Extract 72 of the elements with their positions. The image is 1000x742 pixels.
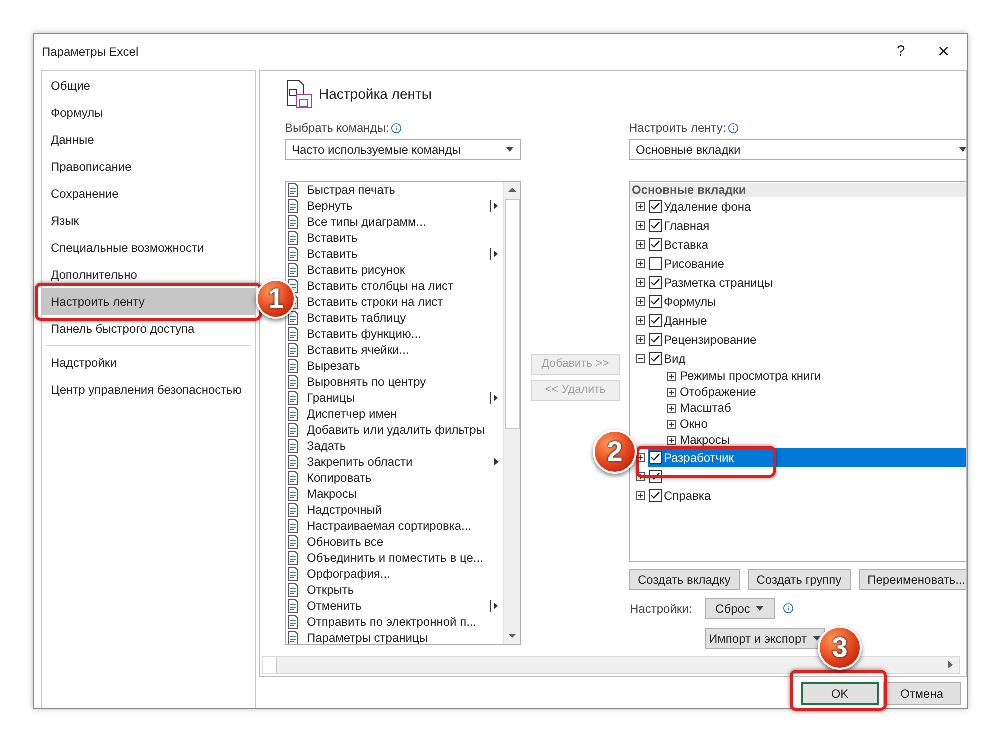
- tree-item[interactable]: Масштаб: [680, 401, 732, 415]
- command-item[interactable]: Объединить и поместить в це...: [307, 549, 499, 567]
- command-item[interactable]: Диспетчер имен: [307, 405, 499, 423]
- command-item[interactable]: Орфография...: [307, 565, 499, 583]
- command-item[interactable]: Выровнять по центру: [307, 373, 499, 391]
- command-item[interactable]: Все типы диаграмм...: [307, 213, 499, 231]
- tree-item[interactable]: Отображение: [680, 385, 756, 399]
- sidebar-item[interactable]: Надстройки: [42, 349, 255, 376]
- sidebar-item[interactable]: Панель быстрого доступа: [42, 315, 255, 342]
- command-item[interactable]: Обновить все: [307, 533, 499, 551]
- sidebar-item[interactable]: Сохранение: [42, 180, 255, 207]
- command-item[interactable]: Вырезать: [307, 357, 499, 375]
- tree-item[interactable]: Разметка страницы: [648, 273, 966, 292]
- command-item[interactable]: Добавить или удалить фильтры: [307, 421, 499, 439]
- command-item[interactable]: Вставить ячейки...: [307, 341, 499, 359]
- command-item[interactable]: Границы: [307, 389, 483, 407]
- command-item[interactable]: Быстрая печать: [307, 182, 499, 199]
- sidebar-item[interactable]: Настроить ленту: [42, 288, 255, 315]
- command-item[interactable]: Вставить функцию...: [307, 325, 499, 343]
- section-heading: Настройка ленты: [319, 84, 432, 104]
- command-item[interactable]: Макросы: [307, 485, 499, 503]
- settings-label: Настройки:: [629, 600, 694, 618]
- command-item[interactable]: Вставить: [307, 245, 483, 263]
- field-label: Выбрать команды:: [285, 120, 390, 137]
- field-label: Настроить ленту:: [629, 120, 726, 137]
- ribbon-button[interactable]: Создать группу: [748, 569, 851, 590]
- command-item[interactable]: Вставить: [307, 229, 499, 247]
- command-item[interactable]: Закрепить области: [307, 453, 487, 471]
- ribbon-button[interactable]: Переименовать...: [858, 569, 966, 590]
- command-item[interactable]: Вставить столбцы на лист: [307, 277, 499, 295]
- command-item[interactable]: Отправить по электронной п...: [307, 613, 499, 631]
- tree-item[interactable]: Данные: [648, 311, 966, 330]
- tree-header: Основные вкладки: [630, 183, 966, 197]
- command-item[interactable]: Открыть: [307, 581, 499, 599]
- sidebar-item[interactable]: Язык: [42, 207, 255, 234]
- tree-item[interactable]: Макросы: [680, 433, 730, 447]
- tree-item[interactable]: Окно: [680, 417, 708, 431]
- tree-item[interactable]: Разработчик: [648, 448, 966, 467]
- tree-item[interactable]: Главная: [648, 216, 966, 235]
- tree-item[interactable]: Удаление фона: [648, 197, 966, 216]
- tree-item[interactable]: Рецензирование: [648, 330, 966, 349]
- tree-item[interactable]: Вставка: [648, 235, 966, 254]
- sidebar-item[interactable]: Данные: [42, 126, 255, 153]
- help-button[interactable]: ?: [881, 40, 921, 64]
- command-item[interactable]: Копировать: [307, 469, 499, 487]
- command-item[interactable]: Вставить рисунок: [307, 261, 499, 279]
- command-item[interactable]: Вставить таблицу: [307, 309, 499, 327]
- tree-item[interactable]: Справка: [648, 486, 966, 505]
- tree-item[interactable]: Вид: [648, 349, 966, 368]
- sidebar-item[interactable]: Общие: [42, 72, 255, 99]
- command-item[interactable]: Надстрочный: [307, 501, 499, 519]
- sidebar-item[interactable]: Дополнительно: [42, 261, 255, 288]
- import-export-button[interactable]: Импорт и экспорт: [705, 628, 825, 649]
- close-button[interactable]: ×: [921, 37, 967, 67]
- command-item[interactable]: Вставить строки на лист: [307, 293, 499, 311]
- window-title: Параметры Excel: [42, 44, 140, 61]
- command-item[interactable]: Отменить: [307, 597, 483, 615]
- tree-item[interactable]: Формулы: [648, 292, 966, 311]
- command-item[interactable]: Вернуть: [307, 197, 483, 215]
- commands-dropdown[interactable]: Часто используемые команды: [285, 139, 521, 160]
- tree-item[interactable]: Рисование: [648, 254, 966, 273]
- tree-item[interactable]: Режимы просмотра книги: [680, 369, 822, 383]
- dialog-button[interactable]: OK: [801, 682, 879, 705]
- ribbon-button[interactable]: Создать вкладку: [629, 569, 740, 590]
- command-item[interactable]: Задать: [307, 437, 499, 455]
- sidebar-item[interactable]: Формулы: [42, 99, 255, 126]
- sidebar-item[interactable]: Правописание: [42, 153, 255, 180]
- command-item[interactable]: Настраиваемая сортировка...: [307, 517, 499, 535]
- ribbon-dropdown[interactable]: Основные вкладки: [629, 139, 966, 160]
- sidebar-item[interactable]: Специальные возможности: [42, 234, 255, 261]
- sidebar-item[interactable]: Центр управления безопасностью: [42, 376, 255, 403]
- reset-button[interactable]: Сброс: [705, 598, 775, 619]
